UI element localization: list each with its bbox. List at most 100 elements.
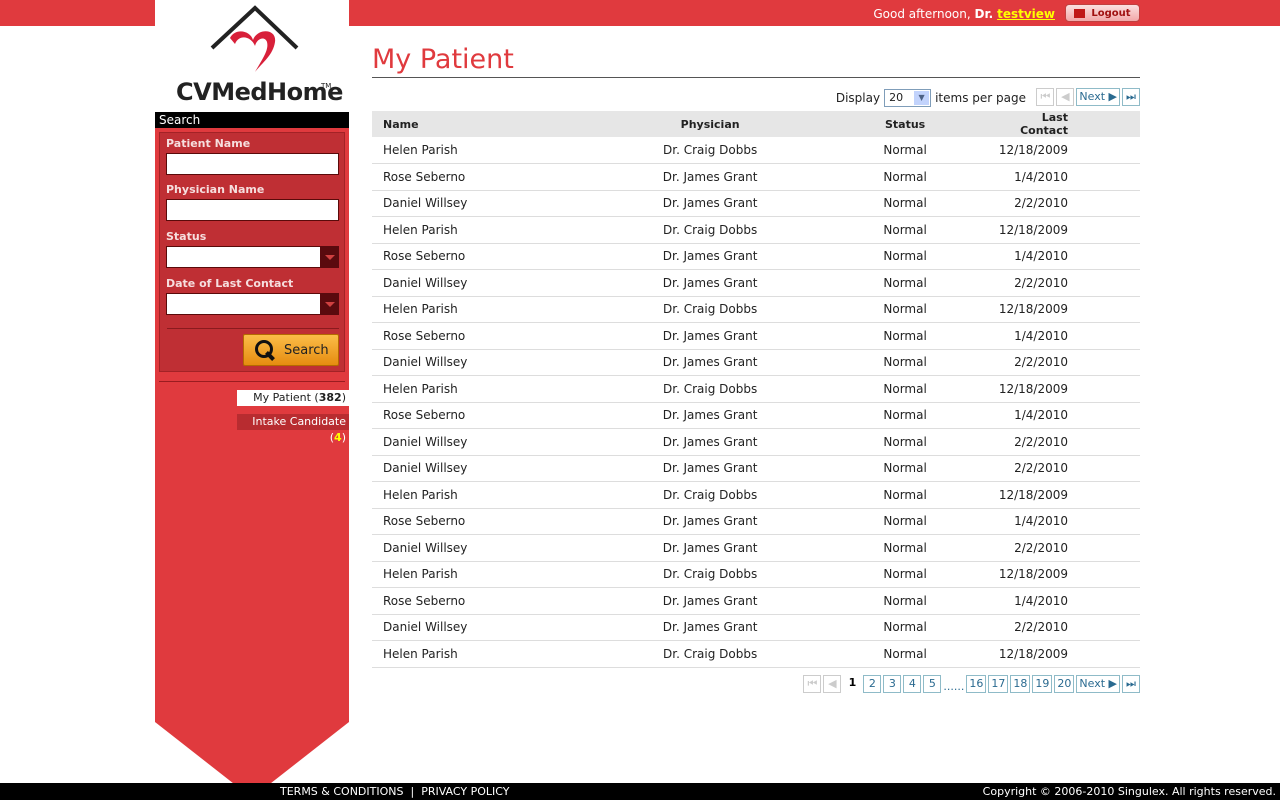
patient-name-cell: Daniel Willsey <box>372 349 609 376</box>
table-row[interactable]: Helen Parish Dr. Craig Dobbs Normal 12/18/2… <box>372 561 1140 588</box>
title-prefix: Dr. <box>974 7 994 21</box>
search-button-label: Search <box>284 342 329 358</box>
page-2-button[interactable]: 2 <box>863 675 882 693</box>
physician-name-cell: Dr. Craig Dobbs <box>608 216 812 244</box>
table-row[interactable]: Helen Parish Dr. Craig Dobbs Normal 12/18/2… <box>372 216 1140 244</box>
next-page-button[interactable]: Next ▶ <box>1076 88 1120 106</box>
trademark: TM <box>321 82 332 90</box>
logo[interactable]: CVMedHome TM <box>155 0 349 112</box>
column-header[interactable]: Last Contact <box>998 111 1140 137</box>
table-row[interactable]: Helen Parish Dr. Craig Dobbs Normal 12/18/2… <box>372 375 1140 403</box>
table-row[interactable]: Rose Seberno Dr. James Grant Normal 1/4/201… <box>372 163 1140 191</box>
column-header[interactable]: Status <box>811 111 999 137</box>
chevron-down-icon[interactable]: ▼ <box>914 91 930 105</box>
table-row[interactable]: Daniel Willsey Dr. James Grant Normal 2/2/2… <box>372 534 1140 562</box>
table-row[interactable]: Rose Seberno Dr. James Grant Normal 1/4/201… <box>372 587 1140 615</box>
house-heart-icon <box>210 5 299 72</box>
last-contact-cell: 12/18/2009 <box>998 561 1140 588</box>
page-18-button[interactable]: 18 <box>1010 675 1031 693</box>
column-header[interactable]: Physician <box>608 111 812 137</box>
table-row[interactable]: Daniel Willsey Dr. James Grant Normal 2/2/2… <box>372 614 1140 641</box>
physician-name-cell: Dr. James Grant <box>608 614 812 641</box>
page-3-button[interactable]: 3 <box>883 675 902 693</box>
date-select[interactable] <box>166 293 339 315</box>
table-row[interactable]: Rose Seberno Dr. James Grant Normal 1/4/201… <box>372 322 1140 350</box>
status-cell: Normal <box>811 243 999 270</box>
last-contact-cell: 2/2/2010 <box>998 614 1140 641</box>
nav-label: My Patient <box>253 391 311 404</box>
status-cell: Normal <box>811 587 999 615</box>
nav-label: Intake Candidate <box>252 415 346 428</box>
search-icon <box>254 339 276 361</box>
table-row[interactable]: Helen Parish Dr. Craig Dobbs Normal 12/18/2… <box>372 296 1140 323</box>
patient-name-cell: Rose Seberno <box>372 322 609 350</box>
physician-name-cell: Dr. James Grant <box>608 534 812 562</box>
sidebar: CVMedHome TM Search Patient Name Physici… <box>155 0 349 800</box>
table-row[interactable]: Helen Parish Dr. Craig Dobbs Normal 12/18/2… <box>372 640 1140 668</box>
physician-name-cell: Dr. Craig Dobbs <box>608 481 812 509</box>
status-label: Status <box>166 230 207 243</box>
status-select[interactable] <box>166 246 339 268</box>
patient-name-cell: Daniel Willsey <box>372 534 609 562</box>
chevron-down-icon[interactable] <box>320 246 339 268</box>
first-page-icon[interactable]: ⏮ <box>803 675 822 693</box>
status-cell: Normal <box>811 349 999 376</box>
page-19-button[interactable]: 19 <box>1032 675 1053 693</box>
page-16-button[interactable]: 16 <box>966 675 987 693</box>
chevron-down-icon[interactable] <box>320 293 339 315</box>
table-row[interactable]: Helen Parish Dr. Craig Dobbs Normal 12/18/2… <box>372 481 1140 509</box>
items-per-page-value: 20 <box>889 91 904 104</box>
table-row[interactable]: Daniel Willsey Dr. James Grant Normal 2/2/2… <box>372 455 1140 482</box>
patient-name-cell: Helen Parish <box>372 216 609 244</box>
privacy-link[interactable]: PRIVACY POLICY <box>421 785 509 798</box>
table-row[interactable]: Daniel Willsey Dr. James Grant Normal 2/2/2… <box>372 269 1140 297</box>
patient-name-cell: Daniel Willsey <box>372 428 609 456</box>
last-page-icon[interactable]: ⏭ <box>1122 675 1140 693</box>
status-cell: Normal <box>811 561 999 588</box>
nav-intake-candidate[interactable]: Intake Candidate (4) <box>237 414 349 444</box>
nav-count: 382 <box>318 391 342 404</box>
greeting: Good afternoon, Dr. testview <box>873 7 1055 21</box>
patient-name-cell: Helen Parish <box>372 137 609 164</box>
terms-link[interactable]: TERMS & CONDITIONS <box>280 785 403 798</box>
physician-name-cell: Dr. James Grant <box>608 428 812 456</box>
physician-name-cell: Dr. James Grant <box>608 402 812 429</box>
patient-name-label: Patient Name <box>166 137 251 150</box>
username-link[interactable]: testview <box>997 7 1055 21</box>
prev-page-icon[interactable]: ◀ <box>823 675 842 693</box>
status-cell: Normal <box>811 216 999 244</box>
column-header[interactable]: Name <box>372 111 609 137</box>
search-button[interactable]: Search <box>243 334 339 366</box>
items-per-page-select[interactable]: 20 ▼ <box>884 89 932 107</box>
last-page-icon[interactable]: ⏭ <box>1122 88 1140 106</box>
table-row[interactable]: Daniel Willsey Dr. James Grant Normal 2/2/2… <box>372 428 1140 456</box>
ellipsis: ...... <box>943 679 965 693</box>
prev-page-icon[interactable]: ◀ <box>1056 88 1075 106</box>
physician-name-input[interactable] <box>166 199 339 221</box>
physician-name-cell: Dr. James Grant <box>608 243 812 270</box>
top-pagination: ⏮ ◀ Next ▶ ⏭ <box>1036 88 1140 106</box>
table-row[interactable]: Rose Seberno Dr. James Grant Normal 1/4/201… <box>372 402 1140 429</box>
table-row[interactable]: Daniel Willsey Dr. James Grant Normal 2/2/2… <box>372 190 1140 217</box>
items-per-page: Display 20 ▼ items per page <box>836 89 1026 107</box>
patient-name-cell: Rose Seberno <box>372 163 609 191</box>
table-row[interactable]: Rose Seberno Dr. James Grant Normal 1/4/201… <box>372 508 1140 535</box>
divider <box>159 381 345 382</box>
status-cell: Normal <box>811 269 999 297</box>
page-5-button[interactable]: 5 <box>923 675 942 693</box>
patient-name-input[interactable] <box>166 153 339 175</box>
logout-button[interactable]: Logout <box>1065 4 1140 22</box>
table-row[interactable]: Daniel Willsey Dr. James Grant Normal 2/2/2… <box>372 349 1140 376</box>
last-contact-cell: 12/18/2009 <box>998 137 1140 164</box>
page-4-button[interactable]: 4 <box>903 675 922 693</box>
next-page-button[interactable]: Next ▶ <box>1076 675 1120 693</box>
status-cell: Normal <box>811 481 999 509</box>
table-row[interactable]: Rose Seberno Dr. James Grant Normal 1/4/201… <box>372 243 1140 270</box>
page-20-button[interactable]: 20 <box>1054 675 1075 693</box>
status-cell: Normal <box>811 296 999 323</box>
first-page-icon[interactable]: ⏮ <box>1036 88 1055 106</box>
nav-my-patient[interactable]: My Patient (382) <box>237 390 349 406</box>
page-17-button[interactable]: 17 <box>988 675 1009 693</box>
bottom-pagination: ⏮ ◀ 1 2345 ...... 16 17 18 19 20 Next ▶ ⏭ <box>803 675 1140 693</box>
table-row[interactable]: Helen Parish Dr. Craig Dobbs Normal 12/18/2… <box>372 137 1140 164</box>
